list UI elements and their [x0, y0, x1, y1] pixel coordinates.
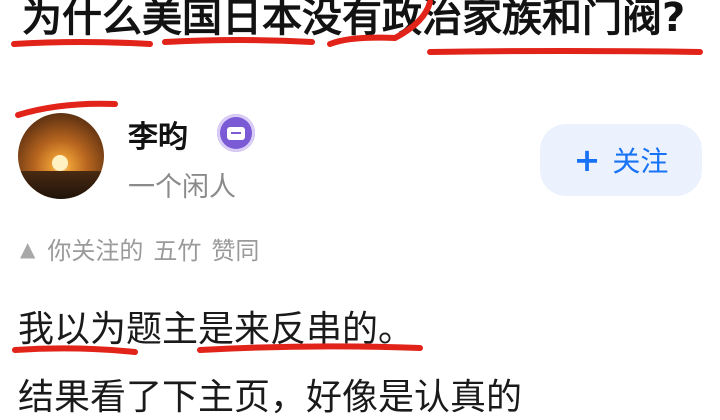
badge-icon[interactable]	[217, 114, 255, 152]
answer-line-1: 我以为题主是来反串的。	[18, 309, 415, 350]
endorse-action: 赞同	[211, 237, 260, 265]
endorse-user[interactable]: 五竹	[153, 231, 201, 266]
endorsement-line: ▲ 你关注的 五竹 赞同	[20, 231, 259, 266]
answer-line-2: 结果看了下主页，好像是认真的	[18, 377, 523, 418]
author-bio: 一个闲人	[128, 172, 236, 203]
question-title[interactable]: 为什么美国日本没有政治家族和门阀?	[22, 0, 712, 48]
horizon-graphic	[18, 171, 104, 199]
plus-icon: +	[573, 141, 601, 179]
card-icon	[227, 126, 245, 140]
follow-button[interactable]: + 关注	[540, 124, 702, 196]
author-name[interactable]: 李昀	[128, 112, 188, 156]
underline-mark	[427, 48, 703, 55]
triangle-up-icon: ▲	[20, 236, 36, 261]
sun-graphic	[52, 155, 68, 171]
endorse-prefix: 你关注的	[47, 237, 144, 265]
avatar[interactable]	[18, 113, 104, 199]
follow-label: 关注	[612, 145, 669, 178]
